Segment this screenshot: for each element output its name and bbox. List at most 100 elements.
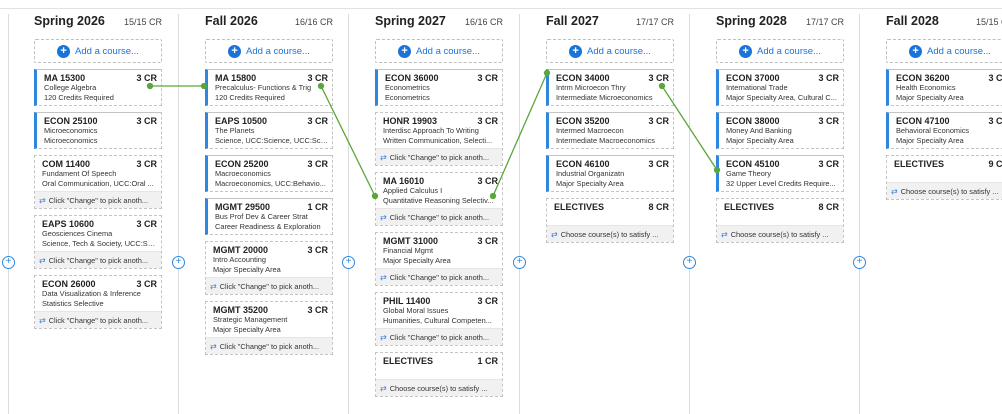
insert-semester-button[interactable]: + <box>513 256 526 269</box>
swap-icon: ⇄ <box>39 315 46 325</box>
course-title: Money And Banking <box>726 126 792 135</box>
swap-icon: ⇄ <box>380 272 387 282</box>
change-course-hint[interactable]: ⇄ Click "Change" to pick anoth... <box>35 311 161 328</box>
course-card-electives[interactable]: ELECTIVES 9 CR ⇄Choose course(s) to satisf… <box>886 155 1002 200</box>
course-card-econ-35200[interactable]: ECON 35200 3 CR Intermed Macroecon Intermed… <box>546 112 674 149</box>
semester-header: Fall 2028 15/15 CR <box>886 14 1002 34</box>
course-code: ECON 45100 <box>726 159 780 169</box>
course-card-econ-25200[interactable]: ECON 25200 3 CR Macroeconomics Macroeconomi… <box>205 155 333 192</box>
change-course-hint[interactable]: ⇄ Click "Change" to pick anoth... <box>376 148 502 165</box>
course-code: PHIL 11400 <box>383 296 431 306</box>
course-card-econ-45100[interactable]: ECON 45100 3 CR Game Theory 32 Upper Level … <box>716 155 844 192</box>
insert-semester-button[interactable]: + <box>683 256 696 269</box>
course-card-ma-16010[interactable]: MA 16010 3 CR Applied Calculus I Quantitati… <box>375 172 503 226</box>
add-course-button[interactable]: + Add a course... <box>546 39 674 63</box>
semester-credits: 15/15 CR <box>975 17 1002 27</box>
change-course-hint[interactable]: ⇄ Click "Change" to pick anoth... <box>35 251 161 268</box>
course-card-phil-11400[interactable]: PHIL 11400 3 CR Global Moral Issues Humanit… <box>375 292 503 346</box>
insert-semester-button[interactable]: + <box>342 256 355 269</box>
course-card-honr-19903[interactable]: HONR 19903 3 CR Interdisc Approach To Writ… <box>375 112 503 166</box>
course-requirement: Quantitative Reasoning Selectiv... <box>383 195 494 205</box>
course-code: ELECTIVES <box>383 356 434 366</box>
course-card-econ-36000[interactable]: ECON 36000 3 CR Econometrics Econometrics <box>375 69 503 106</box>
swap-icon: ⇄ <box>39 195 46 205</box>
course-credits: 1 CR <box>307 202 328 212</box>
course-credits: 3 CR <box>818 116 839 126</box>
semester-title: Spring 2028 <box>716 14 787 28</box>
course-card-ma-15300[interactable]: MA 15300 3 CR College Algebra 120 Credits R… <box>34 69 162 106</box>
course-card-eaps-10600[interactable]: EAPS 10600 3 CR Geosciences Cinema Science,… <box>34 215 162 269</box>
course-card-mgmt-20000[interactable]: MGMT 20000 3 CR Intro Accounting Major Spec… <box>205 241 333 295</box>
course-title: Bus Prof Dev & Career Strat <box>215 212 308 221</box>
course-card-electives[interactable]: ELECTIVES 1 CR ⇄ Choose course(s) to satisf… <box>375 352 503 397</box>
course-requirement: Intermediate Microeconomics <box>556 92 653 102</box>
course-card-ma-15800[interactable]: MA 15800 3 CR Precalculus- Functions & Tri… <box>205 69 333 106</box>
semester-header: Spring 2027 16/16 CR <box>375 14 503 34</box>
choose-elective-hint[interactable]: ⇄ Choose course(s) to satisfy ... <box>887 182 1002 199</box>
course-card-econ-46100[interactable]: ECON 46100 3 CR Industrial Organizatn Major… <box>546 155 674 192</box>
course-credits: 3 CR <box>307 245 328 255</box>
add-course-button[interactable]: + Add a course... <box>375 39 503 63</box>
course-requirement: Major Specialty Area, Cultural C... <box>726 92 837 102</box>
course-credits: 8 CR <box>648 202 669 212</box>
course-credits: 3 CR <box>988 73 1002 83</box>
choose-elective-hint[interactable]: ⇄ Choose course(s) to satisfy ... <box>717 225 843 242</box>
swap-icon: ⇄ <box>380 212 387 222</box>
insert-semester-button[interactable]: + <box>853 256 866 269</box>
course-requirement: Major Specialty Area <box>896 135 964 145</box>
course-code: MGMT 31000 <box>383 236 439 246</box>
add-course-button[interactable]: + Add a course... <box>716 39 844 63</box>
plus-circle-icon: + <box>909 44 923 58</box>
plus-circle-icon: + <box>739 44 753 58</box>
change-course-hint[interactable]: ⇄ Click "Change" to pick anoth... <box>376 328 502 345</box>
semester-divider <box>859 14 860 414</box>
change-course-hint[interactable]: ⇄ Click "Change" to pick anoth... <box>376 268 502 285</box>
course-code: ELECTIVES <box>894 159 945 169</box>
change-course-hint[interactable]: ⇄ Click "Change" to pick anoth... <box>376 208 502 225</box>
change-course-hint[interactable]: ⇄ Click "Change" to pick anoth... <box>35 191 161 208</box>
semester-fall-2028: Fall 2028 15/15 CR + Add a course... ECON 36… <box>886 14 1002 206</box>
course-card-mgmt-35200[interactable]: MGMT 35200 3 CR Strategic Management Major … <box>205 301 333 355</box>
semester-divider <box>689 14 690 414</box>
course-credits: 3 CR <box>648 116 669 126</box>
course-code: ECON 26000 <box>42 279 96 289</box>
course-code: MA 16010 <box>383 176 425 186</box>
course-card-econ-37000[interactable]: ECON 37000 3 CR International Trade Major S… <box>716 69 844 106</box>
course-requirement: Major Specialty Area <box>726 135 794 145</box>
change-hint-text: Click "Change" to pick anoth... <box>48 255 149 265</box>
choose-elective-hint[interactable]: ⇄ Choose course(s) to satisfy ... <box>376 379 502 396</box>
course-credits: 3 CR <box>477 296 498 306</box>
course-card-electives[interactable]: ELECTIVES 8 CR ⇄ Choose course(s) to satisf… <box>716 198 844 243</box>
semester-divider <box>8 14 9 414</box>
course-card-econ-38000[interactable]: ECON 38000 3 CR Money And Banking Major Spe… <box>716 112 844 149</box>
course-card-mgmt-29500[interactable]: MGMT 29500 1 CR Bus Prof Dev & Career Stra… <box>205 198 333 235</box>
course-credits: 3 CR <box>136 116 157 126</box>
course-card-econ-25100[interactable]: ECON 25100 3 CR Microeconomics Microeconomi… <box>34 112 162 149</box>
course-card-econ-47100[interactable]: ECON 47100 3 CR Behavioral EconomicsMajor … <box>886 112 1002 149</box>
course-card-electives[interactable]: ELECTIVES 8 CR ⇄ Choose course(s) to satisf… <box>546 198 674 243</box>
course-title: Intermed Macroecon <box>556 126 624 135</box>
course-card-mgmt-31000[interactable]: MGMT 31000 3 CR Financial Mgmt Major Specia… <box>375 232 503 286</box>
choose-elective-hint[interactable]: ⇄ Choose course(s) to satisfy ... <box>547 225 673 242</box>
course-title: Microeconomics <box>44 126 98 135</box>
course-credits: 3 CR <box>477 236 498 246</box>
semester-fall-2026: Fall 2026 16/16 CR + Add a course... MA 1580… <box>205 14 333 361</box>
add-course-button[interactable]: + Add a course... <box>886 39 1002 63</box>
change-course-hint[interactable]: ⇄ Click "Change" to pick anoth... <box>206 337 332 354</box>
course-title: Fundament Of Speech <box>42 169 117 178</box>
insert-semester-button[interactable]: + <box>2 256 15 269</box>
insert-semester-button[interactable]: + <box>172 256 185 269</box>
course-title: Financial Mgmt <box>383 246 434 255</box>
course-card-com-11400[interactable]: COM 11400 3 CR Fundament Of Speech Oral Com… <box>34 155 162 209</box>
add-course-button[interactable]: + Add a course... <box>205 39 333 63</box>
course-title: Industrial Organizatn <box>556 169 625 178</box>
course-card-econ-34000[interactable]: ECON 34000 3 CR Intrm Microecon Thry Interm… <box>546 69 674 106</box>
course-card-eaps-10500[interactable]: EAPS 10500 3 CR The Planets Science, UCC:Sc… <box>205 112 333 149</box>
course-list: ECON 37000 3 CR International Trade Major S… <box>716 69 844 243</box>
semester-divider <box>178 14 179 414</box>
change-course-hint[interactable]: ⇄ Click "Change" to pick anoth... <box>206 277 332 294</box>
course-requirement: Econometrics <box>385 92 430 102</box>
course-card-econ-36200[interactable]: ECON 36200 3 CR Health EconomicsMajor Spec… <box>886 69 1002 106</box>
course-card-econ-26000[interactable]: ECON 26000 3 CR Data Visualization & Infer… <box>34 275 162 329</box>
add-course-button[interactable]: + Add a course... <box>34 39 162 63</box>
